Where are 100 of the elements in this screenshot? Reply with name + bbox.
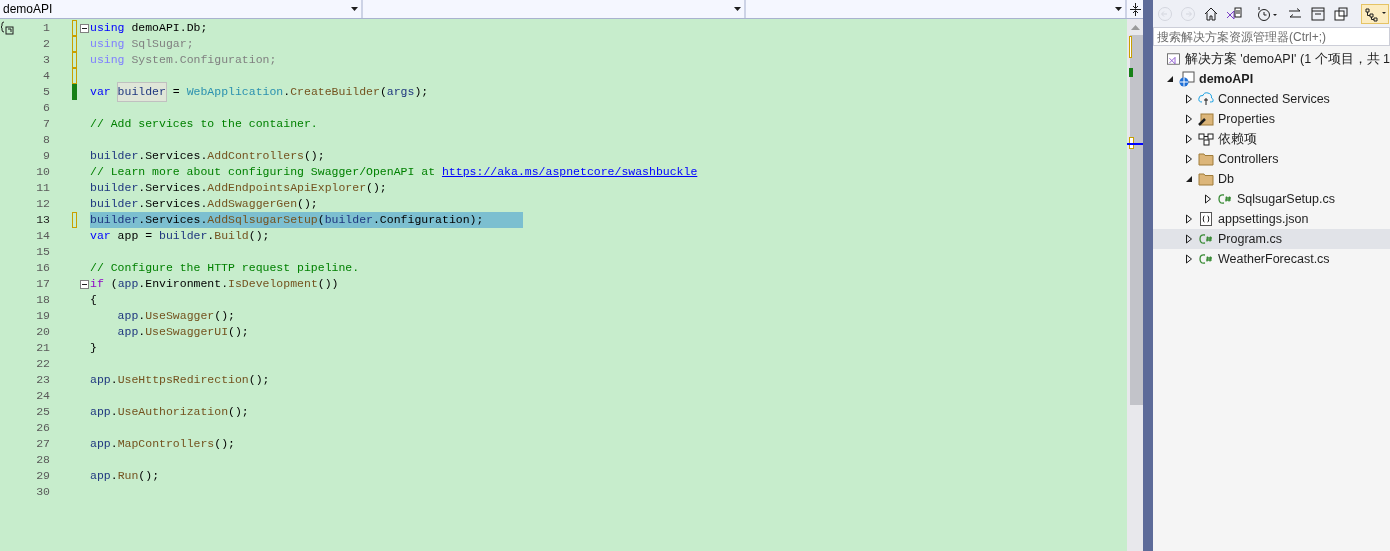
type-name: WebApplication — [186, 84, 284, 101]
tree-item[interactable]: 依赖项 — [1218, 129, 1257, 149]
collapsed-arrow-icon[interactable] — [1185, 114, 1193, 124]
tree-item[interactable]: SqlsugarSetup.cs — [1237, 189, 1335, 209]
identifier: app — [90, 468, 111, 485]
line-number: 17 — [35, 276, 50, 293]
line-number: 23 — [35, 372, 50, 389]
method-name: CreateBuilder — [290, 84, 380, 101]
tree-item[interactable]: WeatherForecast.cs — [1218, 249, 1330, 269]
split-button[interactable] — [1127, 0, 1143, 18]
quick-actions-icon[interactable] — [1, 21, 16, 35]
code-text: (); — [214, 436, 235, 453]
project-dropdown[interactable]: demoAPI — [0, 0, 362, 18]
code-text: ( — [317, 212, 325, 229]
forward-icon — [1180, 5, 1196, 22]
tree-item[interactable]: Properties — [1218, 109, 1275, 129]
tree-item[interactable]: appsettings.json — [1218, 209, 1309, 229]
method-name: UseAuthorization — [117, 404, 229, 421]
code-text: . — [110, 468, 118, 485]
code-text: ()) — [317, 276, 339, 293]
csharp-file-icon — [1198, 231, 1214, 247]
caret-line — [1127, 143, 1143, 145]
selected-tree-row[interactable]: Program.cs — [1153, 229, 1390, 249]
code-text: (); — [297, 196, 318, 213]
line-number: 3 — [42, 52, 50, 69]
identifier: builder — [90, 148, 139, 165]
tree-item[interactable]: Db — [1218, 169, 1234, 189]
code-comment: // Learn more about configuring Swagger/OpenAPI at — [90, 164, 437, 181]
dependencies-icon — [1198, 131, 1214, 147]
code-text: (); — [248, 228, 270, 245]
solution-icon — [1167, 52, 1180, 66]
collapsed-arrow-icon[interactable] — [1185, 234, 1193, 244]
back-icon — [1157, 5, 1173, 22]
code-text: (); — [228, 324, 249, 341]
identifier: builder — [90, 212, 139, 229]
globe-project-icon — [1179, 71, 1195, 87]
method-name: AddEndpointsApiExplorer — [207, 180, 367, 197]
caret-icon — [733, 7, 741, 11]
tree-item[interactable]: Connected Services — [1218, 89, 1330, 109]
code-text: . — [110, 372, 118, 389]
collapsed-arrow-icon[interactable] — [1185, 154, 1193, 164]
code-text: (); — [303, 148, 325, 165]
expanded-arrow-icon[interactable] — [1166, 75, 1174, 83]
collapse-all-icon — [1310, 5, 1326, 22]
collapsed-arrow-icon[interactable] — [1185, 214, 1193, 224]
code-text: (); — [138, 468, 160, 485]
search-field[interactable]: 搜索解决方案资源管理器(Ctrl+;) — [1153, 27, 1390, 46]
link[interactable]: https://aka.ms/aspnetcore/swashbuckle — [441, 163, 698, 181]
line-number: 1 — [42, 20, 50, 37]
line-number: 26 — [35, 420, 50, 437]
keyword: using — [90, 20, 125, 37]
collapsed-arrow-icon[interactable] — [1185, 134, 1193, 144]
keyword: using — [90, 36, 125, 53]
identifier: app — [90, 436, 111, 453]
toolbar-button[interactable] — [1361, 3, 1389, 24]
expanded-arrow-icon[interactable] — [1185, 175, 1193, 183]
code-text: demoAPI.Db; — [130, 20, 208, 37]
keyword: var — [90, 84, 111, 101]
line-number: 22 — [35, 356, 50, 373]
line-number: 18 — [35, 292, 50, 309]
method-name: AddControllers — [207, 148, 304, 165]
line-number: 9 — [42, 148, 50, 165]
collapsed-arrow-icon[interactable] — [1185, 94, 1193, 104]
identifier: builder — [90, 196, 139, 213]
identifier: builder — [324, 212, 373, 229]
keyword: if — [90, 276, 104, 293]
code-text: ( — [109, 276, 118, 293]
method-name: UseHttpsRedirection — [117, 372, 249, 389]
scrollbar[interactable] — [1127, 19, 1143, 551]
tree-item[interactable]: demoAPI — [1199, 69, 1254, 89]
code-text: .Configuration); — [372, 212, 484, 229]
tree-item[interactable]: Controllers — [1218, 149, 1279, 169]
scrollbar-thumb[interactable] — [1130, 35, 1143, 405]
cloud-icon — [1198, 91, 1214, 107]
tree-item[interactable]: 解决方案 'demoAPI' (1 个项目，共 1 — [1184, 49, 1390, 69]
identifier: app — [90, 404, 111, 421]
line-number: 28 — [35, 452, 50, 469]
collapsed-arrow-icon[interactable] — [1185, 254, 1193, 264]
collapse-icon[interactable] — [80, 279, 89, 289]
code-text: . — [138, 324, 146, 341]
line-number: 20 — [35, 324, 50, 341]
csharp-file-icon — [1198, 251, 1214, 267]
code-text: } — [90, 340, 97, 357]
keyword: var — [90, 228, 111, 245]
change-marker — [1129, 36, 1132, 58]
method-name: IsDevelopment — [228, 276, 318, 293]
home-icon — [1203, 5, 1219, 22]
switch-views-icon — [1226, 5, 1242, 22]
code-text: ( — [379, 84, 387, 101]
code-text: .Services. — [138, 148, 208, 165]
code-text: (); — [366, 180, 387, 197]
method-name: AddSqlsugarSetup — [207, 212, 318, 229]
code-comment: // Configure the HTTP request pipeline. — [90, 260, 360, 277]
tree-view-icon — [1363, 5, 1387, 22]
line-number: 16 — [35, 260, 50, 277]
code-text: ); — [414, 84, 429, 101]
collapse-icon[interactable] — [80, 23, 89, 33]
folder-icon — [1198, 151, 1214, 167]
collapsed-arrow-icon[interactable] — [1204, 194, 1212, 204]
split-icon — [1129, 2, 1141, 16]
